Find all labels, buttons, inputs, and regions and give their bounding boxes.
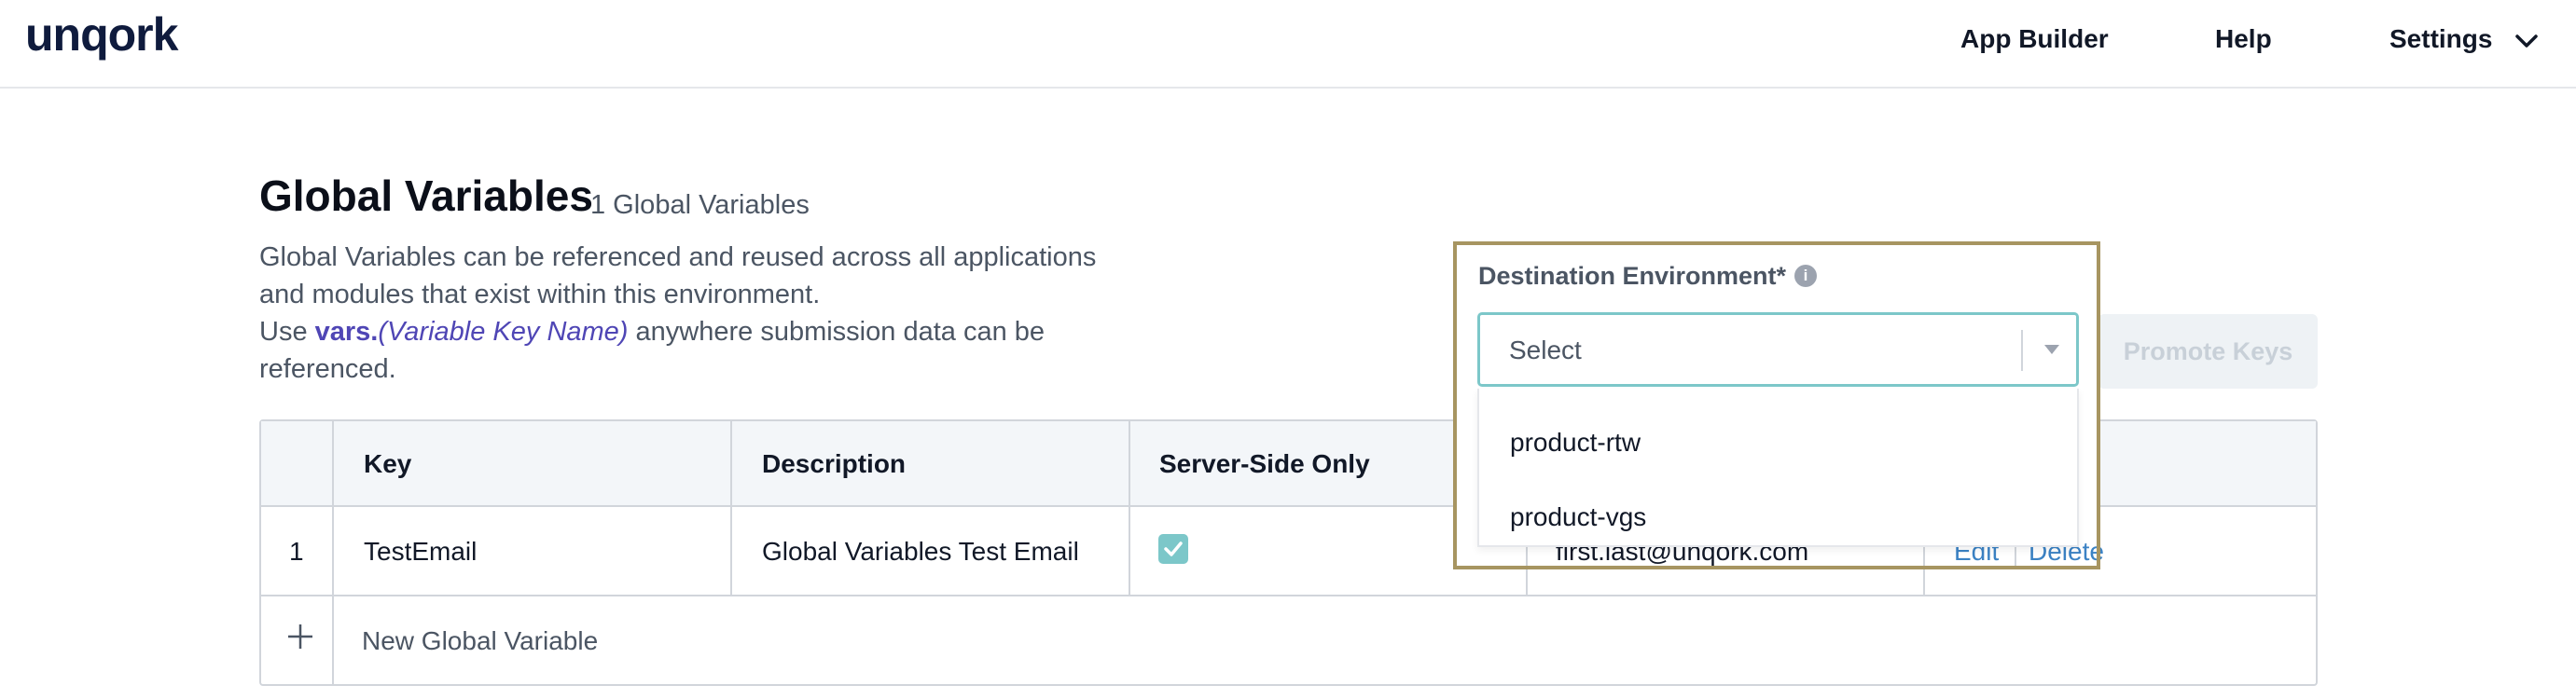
nav-settings[interactable]: Settings [2389,24,2492,54]
row-key: TestEmail [364,537,478,566]
vars-prefix: vars. [314,317,379,347]
description-line: and modules that exist within this envir… [259,280,821,309]
top-navigation-bar: unqork App Builder Help Settings [0,0,2576,89]
nav-app-builder[interactable]: App Builder [1960,24,2109,54]
description-line: Use vars.(Variable Key Name) anywhere su… [259,313,1155,350]
nav-help[interactable]: Help [2215,24,2272,54]
column-header-key[interactable]: Key [364,449,411,479]
description-line: Global Variables can be referenced and r… [259,242,1097,272]
destination-environment-highlight [1453,241,2100,569]
page-title: Global Variables [259,171,593,220]
unqork-logo[interactable]: unqork [25,7,178,62]
description-line: referenced. [259,354,396,384]
variable-count: 1 Global Variables [590,190,810,220]
row-description: Global Variables Test Email [762,537,1079,566]
column-header-description[interactable]: Description [762,449,906,479]
description-tail: anywhere submission data can be [628,317,1046,347]
vars-key-name: (Variable Key Name) [378,317,629,347]
plus-icon[interactable] [286,623,314,651]
vars-code: vars.(Variable Key Name) [315,317,629,347]
new-variable-row[interactable]: New Global Variable [261,596,2316,686]
server-side-checkbox[interactable] [1158,534,1188,564]
column-header-server-side-only[interactable]: Server-Side Only [1159,449,1370,479]
chevron-down-icon[interactable] [2514,28,2540,54]
check-icon [1164,541,1183,556]
description-use: Use [259,317,315,347]
row-index: 1 [289,537,304,566]
promote-keys-button[interactable]: Promote Keys [2098,314,2318,389]
new-global-variable-link[interactable]: New Global Variable [362,626,598,656]
page-description: Global Variables can be referenced and r… [259,239,1155,388]
